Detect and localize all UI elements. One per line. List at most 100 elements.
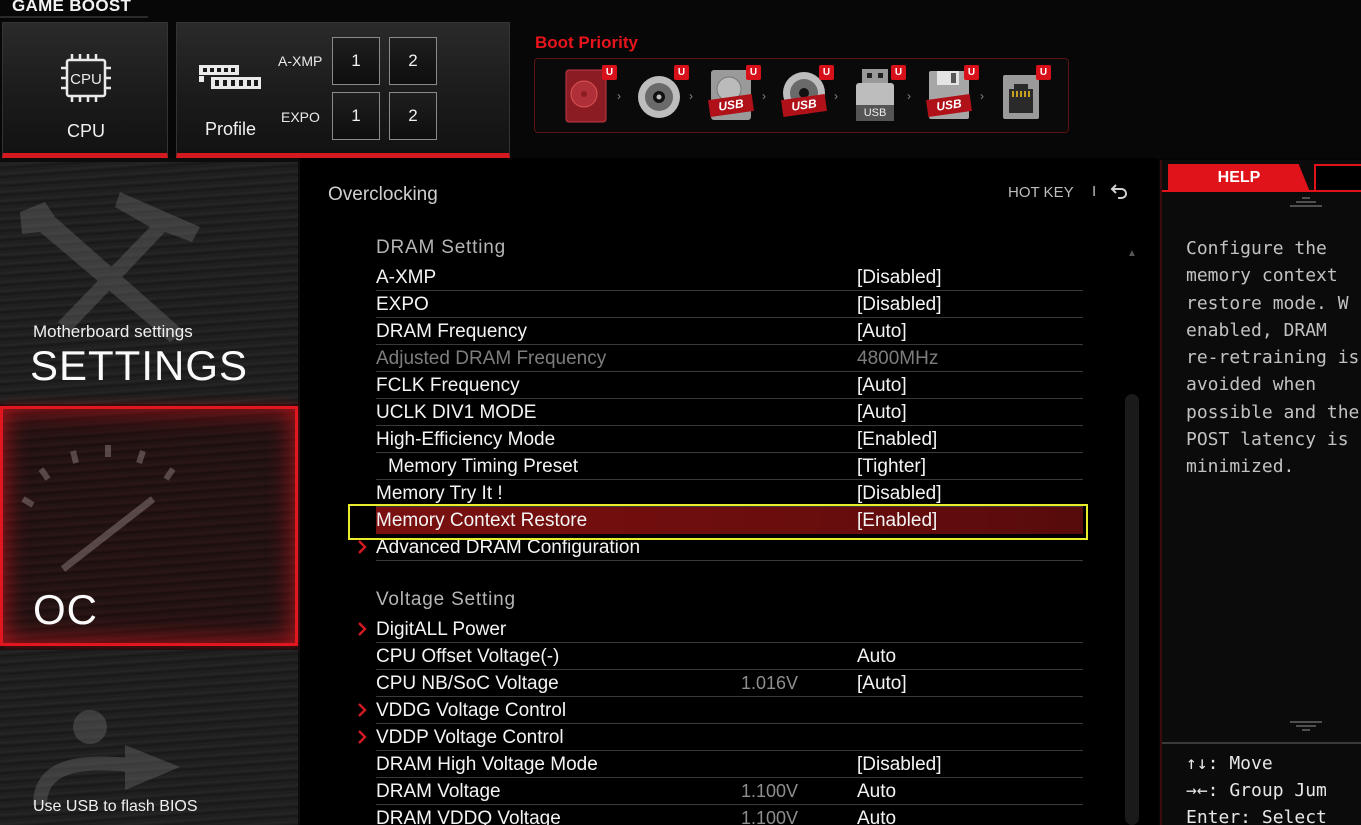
breadcrumb: Overclocking — [328, 184, 438, 205]
hotkey-button[interactable]: HOT KEY — [1008, 184, 1074, 201]
boot-device-usb-cd[interactable]: USB U — [780, 65, 834, 125]
settings-title: SETTINGS — [30, 342, 249, 389]
setting-value[interactable]: Auto — [857, 808, 896, 825]
boot-device-optical[interactable]: U — [635, 65, 689, 125]
expo-label: EXPO — [281, 109, 320, 125]
setting-label: EXPO — [376, 294, 429, 315]
setting-value: 4800MHz — [857, 348, 939, 369]
setting-current-value: 1.016V — [741, 673, 799, 693]
expo-profile-1-button[interactable]: 1 — [332, 92, 380, 140]
setting-value[interactable]: [Disabled] — [857, 483, 942, 505]
setting-value[interactable]: [Auto] — [857, 375, 907, 397]
key-legend: ↑↓: Move →←: Group Jum Enter: Select — [1186, 753, 1327, 825]
setting-label: CPU NB/SoC Voltage — [376, 673, 559, 694]
axmp-label: A-XMP — [278, 53, 323, 69]
setting-row[interactable]: Advanced DRAM Configuration — [358, 534, 1083, 561]
expo-profile-2-button[interactable]: 2 — [389, 92, 437, 140]
setting-row[interactable]: FCLK Frequency [Auto] — [376, 372, 1083, 399]
setting-row[interactable]: Memory Context Restore [Enabled] — [376, 507, 1083, 534]
axmp-profile-2-button[interactable]: 2 — [389, 37, 437, 85]
setting-row[interactable]: UCLK DIV1 MODE [Auto] — [376, 399, 1083, 426]
setting-row[interactable]: VDDG Voltage Control — [358, 697, 1083, 724]
left-navigation: Motherboard settings SETTINGS OC Use USB… — [0, 158, 300, 825]
boot-device-usb-hdd[interactable]: USB U — [707, 65, 761, 125]
memory-module-icon — [199, 65, 261, 89]
nav-settings[interactable]: Motherboard settings SETTINGS — [0, 162, 298, 404]
setting-current-value: 1.100V — [741, 808, 799, 825]
setting-label: FCLK Frequency — [376, 375, 520, 396]
setting-row[interactable]: EXPO [Disabled] — [376, 291, 1083, 318]
setting-value[interactable]: [Auto] — [857, 402, 907, 424]
help-divider — [1162, 742, 1361, 744]
scroll-up-icon[interactable]: ▲ — [1127, 248, 1137, 259]
uefi-badge: U — [891, 65, 906, 80]
game-boost-profile-panel: Profile A-XMP EXPO 1 2 1 2 — [176, 22, 510, 158]
setting-value[interactable]: Auto — [857, 781, 896, 803]
section-dram-setting: DRAM Setting — [376, 237, 506, 258]
setting-label: VDDG Voltage Control — [376, 700, 567, 721]
help-scroll-up-grip-icon[interactable] — [1290, 196, 1322, 208]
speedometer-gauge-icon — [21, 445, 176, 572]
setting-value[interactable]: [Auto] — [857, 673, 907, 695]
nav-m-flash[interactable]: Use USB to flash BIOS — [0, 650, 298, 825]
setting-row[interactable]: High-Efficiency Mode [Enabled] — [376, 426, 1083, 453]
boot-order-arrow-icon: › — [834, 89, 838, 103]
setting-row[interactable]: DRAM Voltage 1.100V Auto — [376, 778, 1083, 805]
setting-value[interactable]: [Disabled] — [857, 754, 942, 776]
boot-order-arrow-icon: › — [907, 89, 911, 103]
setting-value[interactable]: [Disabled] — [857, 294, 942, 316]
help-panel: HELP Configure the memory context restor… — [1160, 160, 1361, 825]
scroll-thumb[interactable] — [1125, 394, 1139, 825]
setting-label: Memory Context Restore — [376, 510, 588, 531]
setting-value[interactable]: [Enabled] — [857, 429, 937, 451]
boot-device-usb-floppy[interactable]: USB U — [925, 65, 979, 125]
info-tab[interactable] — [1314, 164, 1361, 192]
setting-row[interactable]: DRAM Frequency [Auto] — [376, 318, 1083, 345]
setting-row[interactable]: DigitALL Power — [358, 616, 1083, 643]
settings-content: Overclocking HOT KEY I ▲ DRAM Setting A-… — [300, 158, 1158, 825]
boot-device-network[interactable]: U — [997, 65, 1051, 125]
setting-row[interactable]: VDDP Voltage Control — [358, 724, 1083, 751]
uefi-badge: U — [674, 65, 689, 80]
setting-row[interactable]: A-XMP [Disabled] — [376, 264, 1083, 291]
uefi-badge: U — [819, 65, 834, 80]
game-boost-label[interactable]: GAME BOOST — [12, 0, 131, 16]
axmp-profile-1-button[interactable]: 1 — [332, 37, 380, 85]
uefi-badge: U — [746, 65, 761, 80]
help-scroll-down-grip-icon[interactable] — [1290, 720, 1322, 732]
setting-value[interactable]: [Disabled] — [857, 267, 942, 289]
submenu-arrow-icon — [358, 730, 367, 744]
setting-label: VDDP Voltage Control — [376, 727, 564, 748]
profile-caption: Profile — [205, 119, 257, 139]
setting-row[interactable]: DRAM High Voltage Mode [Disabled] — [376, 751, 1083, 778]
content-scrollbar[interactable]: ▲ — [1124, 242, 1140, 825]
uefi-badge: U — [602, 65, 617, 80]
boot-order-arrow-icon: › — [762, 89, 766, 103]
setting-row[interactable]: Memory Timing Preset [Tighter] — [376, 453, 1083, 480]
setting-label: UCLK DIV1 MODE — [376, 402, 537, 423]
game-boost-bar: GAME BOOST CPU CPU Profile A-XMP EXPO 1 … — [0, 0, 1361, 158]
setting-label: High-Efficiency Mode — [376, 429, 556, 450]
setting-row[interactable]: Memory Try It ! [Disabled] — [376, 480, 1083, 507]
help-tab[interactable]: HELP — [1168, 164, 1310, 192]
setting-row[interactable]: CPU NB/SoC Voltage 1.016V [Auto] — [376, 670, 1083, 697]
setting-value[interactable]: [Tighter] — [857, 456, 926, 478]
nav-oc[interactable]: OC — [0, 406, 298, 646]
cpu-chip-text: CPU — [70, 71, 102, 88]
boot-device-usb-key[interactable]: USB U — [852, 65, 906, 125]
setting-row[interactable]: CPU Offset Voltage(-) Auto — [376, 643, 1083, 670]
setting-label: DigitALL Power — [376, 619, 507, 640]
settings-subtitle: Motherboard settings — [33, 322, 193, 341]
game-boost-cpu-button[interactable]: CPU CPU — [2, 22, 168, 158]
setting-value[interactable]: [Auto] — [857, 321, 907, 343]
setting-value[interactable]: Auto — [857, 646, 896, 668]
setting-label: Memory Try It ! — [376, 483, 503, 504]
back-icon[interactable] — [1110, 182, 1128, 200]
boot-device-hdd[interactable]: U — [563, 65, 617, 125]
setting-row[interactable]: DRAM VDDQ Voltage 1.100V Auto — [376, 805, 1083, 825]
setting-label: CPU Offset Voltage(-) — [376, 646, 560, 667]
submenu-arrow-icon — [358, 622, 367, 636]
setting-current-value: 1.100V — [741, 781, 799, 801]
boot-priority-bar: U › U › USB U › USB U › USB U › USB U › … — [534, 58, 1069, 133]
setting-value[interactable]: [Enabled] — [857, 510, 937, 532]
